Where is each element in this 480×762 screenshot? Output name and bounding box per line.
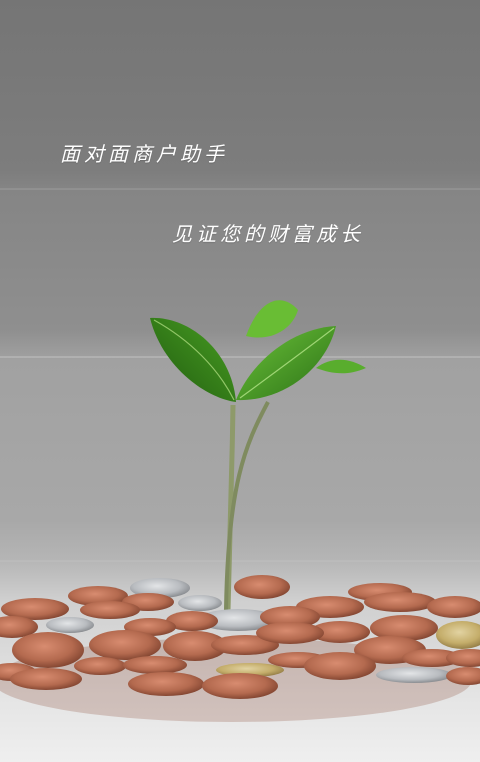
app-slogan: 见证您的财富成长 [172,222,364,246]
wall-seam [0,188,480,190]
seedling-coins-illustration [0,280,480,762]
app-title: 面对面商户助手 [60,142,228,166]
seedling-coins-svg [0,300,480,722]
coin-pile [0,575,480,722]
splash-background: 面对面商户助手 见证您的财富成长 [0,0,480,762]
plant-leaves [150,300,366,402]
